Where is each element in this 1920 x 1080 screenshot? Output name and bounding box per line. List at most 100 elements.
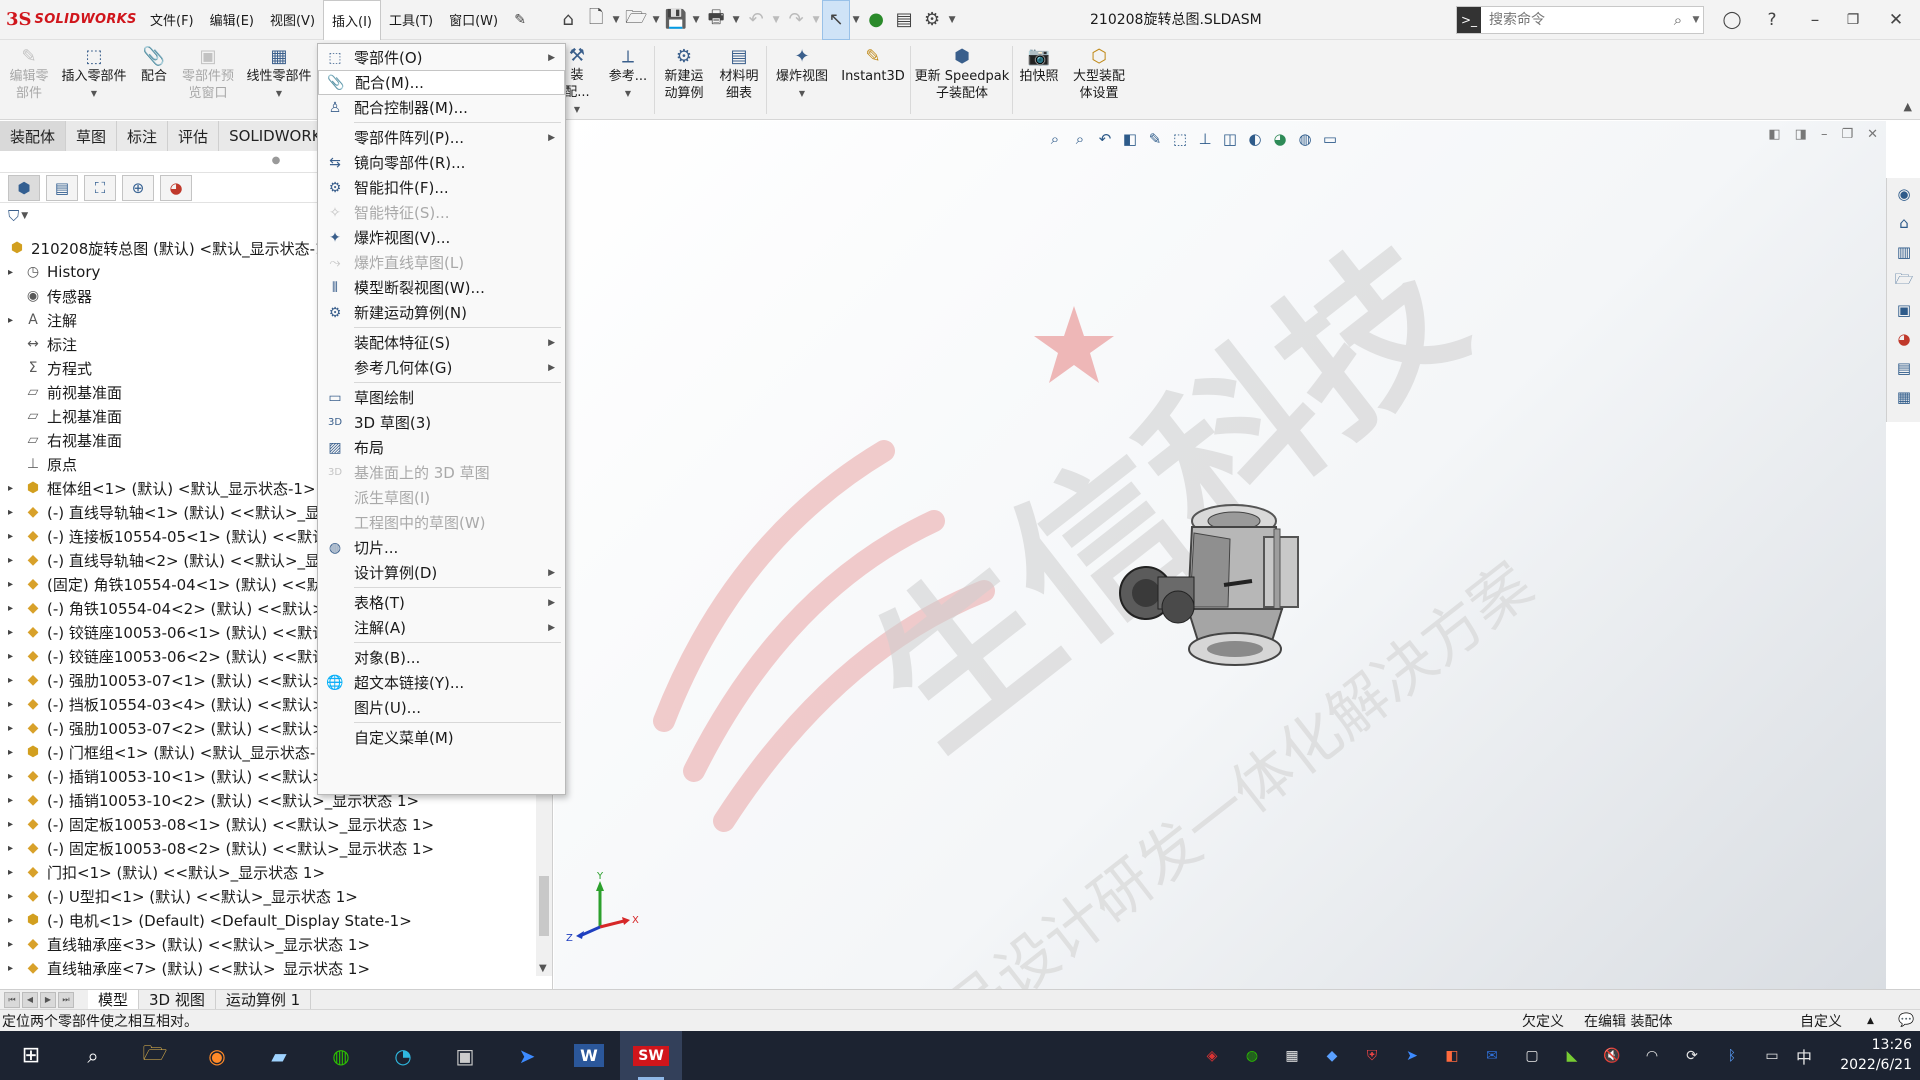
quick-tips-icon[interactable]: 💬 [1898, 1013, 1914, 1028]
insert-menu-item[interactable]: ▭ 草图绘制 [318, 385, 565, 410]
menu-insert[interactable]: 插入(I) [323, 0, 382, 40]
tab-sketch[interactable]: 草图 [66, 121, 118, 151]
apply-scene-icon[interactable]: ◕ [1269, 130, 1291, 148]
insert-menu-item[interactable]: 零部件阵列(P)... ▶ [318, 125, 565, 150]
linear-pattern-button[interactable]: ▦ 线性零部件 ▼ [242, 44, 316, 118]
instant3d-button[interactable]: ✎ Instant3D [838, 44, 908, 118]
tray-app-icon[interactable]: ◧ [1440, 1031, 1464, 1080]
solidworks-app-icon[interactable]: SW [620, 1031, 682, 1080]
insert-menu-item[interactable]: ✦ 爆炸视图(V)... [318, 225, 565, 250]
tray-antivirus-icon[interactable]: ◈ [1200, 1031, 1224, 1080]
minimize-icon[interactable]: – [1798, 0, 1832, 40]
insert-menu-item[interactable]: 对象(B)... [318, 645, 565, 670]
document-tile-left-icon[interactable]: ◧ [1768, 127, 1780, 142]
design-library-icon[interactable]: ▥ [1889, 239, 1919, 265]
expand-arrow-icon[interactable]: ▸ [8, 939, 20, 950]
expand-arrow-icon[interactable]: ▸ [8, 891, 20, 902]
unit-system-caret-icon[interactable]: ▲ [1867, 1016, 1874, 1026]
edit-component-button[interactable]: ✎ 编辑零 部件 [4, 44, 54, 118]
insert-menu-item[interactable]: 派生草图(I) [318, 485, 565, 510]
insert-menu-item[interactable]: 装配体特征(S) ▶ [318, 330, 565, 355]
view-orientation-icon[interactable]: ⬚ [1169, 130, 1191, 148]
undo-caret-icon[interactable]: ▼ [770, 0, 782, 40]
insert-menu-item[interactable]: 注解(A) ▶ [318, 615, 565, 640]
expand-arrow-icon[interactable]: ▸ [8, 675, 20, 686]
save-caret-icon[interactable]: ▼ [690, 0, 702, 40]
insert-menu-item[interactable]: ⫴ 模型断裂视图(W)... [318, 275, 565, 300]
view-palette-icon[interactable]: ▣ [1889, 297, 1919, 323]
select-pointer-icon[interactable]: ↖ [822, 0, 851, 40]
zoom-to-area-icon[interactable]: ⌕ [1069, 130, 1091, 148]
unit-system[interactable]: 自定义 [1800, 1011, 1842, 1031]
insert-menu-item[interactable]: ⬚ 零部件(O) ▶ [318, 45, 565, 70]
bom-button[interactable]: ▤ 材料明 细表 [714, 44, 764, 118]
document-restore-icon[interactable]: ❐ [1841, 127, 1853, 142]
insert-menu-item[interactable]: ⤳ 爆炸直线草图(L) [318, 250, 565, 275]
insert-menu-item[interactable]: 3D 基准面上的 3D 草图 [318, 460, 565, 485]
scroll-down-icon[interactable]: ▼ [539, 963, 547, 974]
new-caret-icon[interactable]: ▼ [610, 0, 622, 40]
open-caret-icon[interactable]: ▼ [650, 0, 662, 40]
assembly-model-view[interactable] [1114, 499, 1334, 689]
expand-arrow-icon[interactable]: ▸ [8, 603, 20, 614]
home-pane-icon[interactable]: ⌂ [1889, 210, 1919, 236]
tray-volume-muted-icon[interactable]: 🔇 [1600, 1031, 1624, 1080]
tab-evaluate[interactable]: 评估 [168, 121, 220, 151]
insert-menu-item[interactable]: 表格(T) ▶ [318, 590, 565, 615]
restore-icon[interactable]: ❐ [1836, 0, 1870, 40]
expand-arrow-icon[interactable]: ▸ [8, 627, 20, 638]
solidworks-resources-icon[interactable]: ◉ [1889, 181, 1919, 207]
insert-menu-item[interactable]: 设计算例(D) ▶ [318, 560, 565, 585]
search-caret-icon[interactable]: ▼ [1689, 15, 1703, 25]
open-folder-icon[interactable]: 🗁 [622, 0, 650, 40]
search-command-box[interactable]: >_ ⌕ ▼ [1456, 6, 1704, 34]
update-speedpak-button[interactable]: ⬢ 更新 Speedpak 子装配体 [914, 44, 1010, 118]
property-manager-tab-icon[interactable]: ▤ [46, 174, 78, 201]
tree-scrollbar-thumb[interactable] [539, 876, 549, 936]
tab-markup[interactable]: 标注 [117, 121, 169, 151]
expand-arrow-icon[interactable]: ▸ [8, 579, 20, 590]
tray-outlook-icon[interactable]: ✉ [1480, 1031, 1504, 1080]
custom-properties-icon[interactable]: ▤ [1889, 355, 1919, 381]
assembly-features-caret-icon[interactable]: ▼ [574, 101, 580, 118]
expand-arrow-icon[interactable]: ▸ [8, 507, 20, 518]
feishu-app-icon[interactable]: ➤ [496, 1031, 558, 1080]
expand-arrow-icon[interactable]: ▸ [8, 555, 20, 566]
insert-menu-item[interactable]: ◍ 切片... [318, 535, 565, 560]
forum-icon[interactable]: ▦ [1889, 384, 1919, 410]
last-tab-icon[interactable]: ⏭ [58, 991, 74, 1008]
traffic-light-icon[interactable]: ● [862, 0, 890, 40]
expand-arrow-icon[interactable]: ▸ [8, 483, 20, 494]
file-explorer-icon[interactable]: 🗁 [1889, 268, 1919, 294]
pin-menu-icon[interactable]: ✎ [506, 0, 534, 40]
wechat-app-icon[interactable]: ◍ [310, 1031, 372, 1080]
file-explorer-app-icon[interactable]: 🗁 [124, 1031, 186, 1080]
tab-assembly[interactable]: 装配体 [0, 121, 67, 151]
tab-model[interactable]: 模型 [88, 989, 140, 1010]
print-caret-icon[interactable]: ▼ [730, 0, 742, 40]
tree-item[interactable]: ▸ ◆ (-) 固定板10053-08<1> (默认) <<默认>_显示状态 1> [0, 812, 536, 836]
print-icon[interactable]: 🖶 [702, 0, 730, 40]
document-tile-right-icon[interactable]: ◨ [1795, 127, 1807, 142]
notes-app-icon[interactable]: ▰ [248, 1031, 310, 1080]
menu-tools[interactable]: 工具(T) [381, 0, 441, 40]
redo-icon[interactable]: ↷ [782, 0, 810, 40]
tree-item[interactable]: ▸ ◆ 直线轴承座<3> (默认) <<默认>_显示状态 1> [0, 932, 536, 956]
tree-item[interactable]: ▸ ◆ 直线轴承座<7> (默认) <<默认>_显示状态 1> [0, 956, 536, 977]
document-close-icon[interactable]: ✕ [1867, 127, 1878, 142]
expand-arrow-icon[interactable]: ▸ [8, 531, 20, 542]
section-view-icon[interactable]: ◧ [1119, 130, 1141, 148]
feature-manager-tab-icon[interactable]: ⬢ [8, 174, 40, 201]
large-assembly-button[interactable]: ⬡ 大型装配 体设置 [1066, 44, 1132, 118]
new-motion-study-button[interactable]: ⚙ 新建运 动算例 [658, 44, 710, 118]
display-manager-tab-icon[interactable]: ◕ [160, 174, 192, 201]
options-caret-icon[interactable]: ▼ [946, 0, 958, 40]
insert-menu-item[interactable]: 3D 3D 草图(3) [318, 410, 565, 435]
menu-window[interactable]: 窗口(W) [441, 0, 506, 40]
tree-item[interactable]: ▸ ◆ (-) 固定板10053-08<2> (默认) <<默认>_显示状态 1> [0, 836, 536, 860]
expand-arrow-icon[interactable]: ▸ [8, 267, 20, 278]
expand-arrow-icon[interactable]: ▸ [8, 867, 20, 878]
appearances-icon[interactable]: ◕ [1889, 326, 1919, 352]
undo-icon[interactable]: ↶ [742, 0, 770, 40]
insert-menu-item[interactable]: 工程图中的草图(W) [318, 510, 565, 535]
